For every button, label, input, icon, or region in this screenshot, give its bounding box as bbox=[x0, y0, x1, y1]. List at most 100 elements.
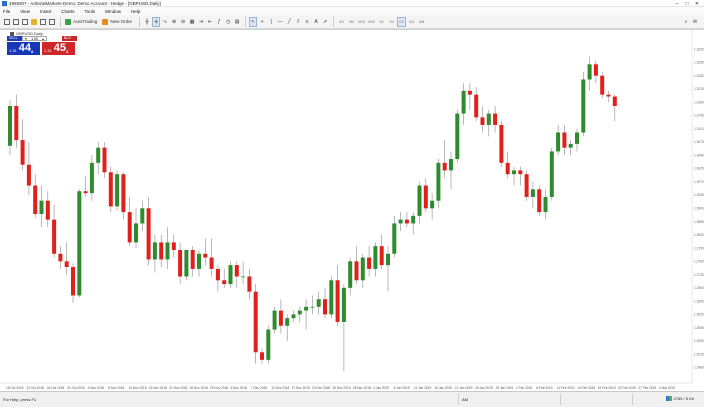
candle bbox=[58, 253, 63, 262]
candle bbox=[524, 174, 529, 197]
vertical-line-icon[interactable]: | bbox=[267, 17, 275, 27]
time-axis-label: 25 Dec 2018 bbox=[332, 386, 350, 390]
candle bbox=[234, 265, 239, 277]
lot-decrease-icon[interactable]: ▾ bbox=[25, 37, 27, 41]
candle bbox=[152, 242, 157, 260]
crosshair-icon[interactable]: + bbox=[258, 17, 266, 27]
tester-icon[interactable] bbox=[48, 17, 56, 27]
timeframe-h4[interactable]: H4 bbox=[387, 17, 396, 27]
candle bbox=[83, 191, 88, 194]
candle bbox=[39, 200, 44, 214]
fibonacci-icon[interactable]: ≡ bbox=[303, 17, 311, 27]
price-axis-label: 1.2795 bbox=[694, 246, 704, 250]
timeframe-mn[interactable]: MN bbox=[417, 17, 426, 27]
candle bbox=[354, 261, 359, 281]
bar-chart-icon[interactable]: ╫ bbox=[143, 17, 151, 27]
maximize-button[interactable]: □ bbox=[682, 0, 692, 7]
candle bbox=[222, 280, 227, 285]
minimize-button[interactable]: – bbox=[672, 0, 682, 7]
candle bbox=[316, 299, 321, 307]
candle bbox=[297, 310, 302, 315]
status-divider bbox=[560, 394, 561, 405]
menu-charts[interactable]: Charts bbox=[61, 9, 74, 14]
candlestick-chart[interactable]: 1.2480 1.2515 1.2550 1.2585 1.2620 1.2655 1.26… bbox=[0, 30, 704, 392]
lot-size-input[interactable]: ▾ 1.00 ▴ bbox=[22, 36, 47, 41]
arrows-icon[interactable]: ➚ bbox=[321, 17, 329, 27]
price-axis-label: 1.2760 bbox=[694, 260, 704, 264]
text-icon[interactable]: A bbox=[312, 17, 320, 27]
candle bbox=[266, 329, 271, 360]
price-axis-label: 1.2900 bbox=[694, 206, 704, 210]
menu-window[interactable]: Window bbox=[105, 9, 121, 14]
periods-icon[interactable]: ◷ bbox=[224, 17, 232, 27]
chart-window[interactable]: 1.2480 1.2515 1.2550 1.2585 1.2620 1.2655 1.26… bbox=[0, 29, 704, 391]
candlestick-chart-icon[interactable]: ╪ bbox=[152, 16, 161, 27]
time-axis-label: 18 Oct 2018 bbox=[6, 386, 24, 390]
menu-insert[interactable]: Insert bbox=[40, 9, 51, 14]
channel-icon[interactable]: ⫽ bbox=[294, 17, 302, 27]
time-axis-label: 12 Dec 2018 bbox=[271, 386, 289, 390]
buy-button[interactable]: 1.31 45 3 bbox=[42, 42, 75, 55]
time-axis-label: 22 Feb 2019 bbox=[618, 386, 636, 390]
terminal-icon[interactable] bbox=[39, 17, 47, 27]
templates-icon[interactable]: ▤ bbox=[233, 17, 241, 27]
market-watch-icon[interactable] bbox=[21, 17, 29, 27]
time-axis-label: 11 Feb 2019 bbox=[557, 386, 575, 390]
tile-windows-icon[interactable]: ▦ bbox=[188, 17, 196, 27]
lot-increase-icon[interactable]: ▴ bbox=[42, 37, 44, 41]
candle bbox=[96, 147, 101, 163]
timeframe-h1[interactable]: H1 bbox=[377, 17, 386, 27]
candle bbox=[392, 223, 397, 254]
auto-scroll-icon[interactable]: ⇥ bbox=[197, 17, 205, 27]
candle bbox=[612, 96, 617, 106]
line-chart-icon[interactable]: ∿ bbox=[161, 17, 169, 27]
cursor-icon[interactable]: ↖ bbox=[249, 16, 258, 27]
price-axis-label: 1.3145 bbox=[694, 114, 704, 118]
timeframe-m30[interactable]: M30 bbox=[367, 17, 376, 27]
sell-label[interactable]: SELL bbox=[7, 36, 22, 41]
time-axis-label: 14 Feb 2019 bbox=[577, 386, 595, 390]
time-axis-label: 24 Jan 2019 bbox=[475, 386, 493, 390]
candle bbox=[203, 253, 208, 258]
navigator-icon[interactable] bbox=[30, 17, 38, 27]
candle bbox=[587, 64, 592, 80]
new-chart-icon[interactable] bbox=[3, 17, 11, 27]
indicators-icon[interactable]: ƒ bbox=[215, 17, 223, 27]
timeframe-w1[interactable]: W1 bbox=[407, 17, 416, 27]
zoom-in-icon[interactable]: ⊕ bbox=[170, 17, 178, 27]
chart-shift-icon[interactable]: ⇤ bbox=[206, 17, 214, 27]
horizontal-line-icon[interactable]: — bbox=[276, 17, 284, 27]
time-axis-label: 19 Feb 2019 bbox=[598, 386, 616, 390]
buy-label[interactable]: BUY bbox=[62, 36, 77, 41]
trendline-icon[interactable]: ╱ bbox=[285, 17, 293, 27]
menu-tools[interactable]: Tools bbox=[84, 9, 95, 14]
candle bbox=[209, 257, 214, 269]
candle bbox=[89, 162, 94, 194]
candle bbox=[71, 267, 75, 296]
timeframe-m1[interactable]: M1 bbox=[337, 17, 346, 27]
timeframe-m5[interactable]: M5 bbox=[347, 17, 356, 27]
candle bbox=[606, 94, 611, 97]
price-axis-label: 1.2970 bbox=[694, 180, 704, 184]
menu-file[interactable]: File bbox=[3, 9, 10, 14]
time-axis-label: 4 Dec 2018 bbox=[230, 386, 247, 390]
candle bbox=[530, 189, 535, 197]
candle bbox=[165, 242, 170, 260]
search-icon[interactable]: ⌕ bbox=[682, 17, 690, 27]
timeframe-m15[interactable]: M15 bbox=[357, 17, 366, 27]
candle bbox=[411, 215, 416, 224]
timeframe-d1[interactable]: D1 bbox=[397, 16, 407, 27]
zoom-out-icon[interactable]: ⊖ bbox=[179, 17, 187, 27]
candle bbox=[190, 249, 195, 269]
autotrading-button[interactable]: AutoTrading bbox=[64, 17, 100, 27]
new-order-button[interactable]: New Order bbox=[101, 17, 135, 27]
time-axis-label: 28 Dec 2018 bbox=[353, 386, 371, 390]
candle bbox=[20, 140, 25, 165]
profiles-icon[interactable] bbox=[12, 17, 20, 27]
menu-view[interactable]: View bbox=[20, 9, 30, 14]
close-button[interactable]: ✕ bbox=[692, 0, 702, 7]
candle bbox=[272, 310, 277, 330]
chat-icon[interactable]: ✉ bbox=[691, 17, 699, 27]
menu-help[interactable]: Help bbox=[131, 9, 140, 14]
sell-button[interactable]: 1.31 44 8 bbox=[7, 42, 40, 55]
